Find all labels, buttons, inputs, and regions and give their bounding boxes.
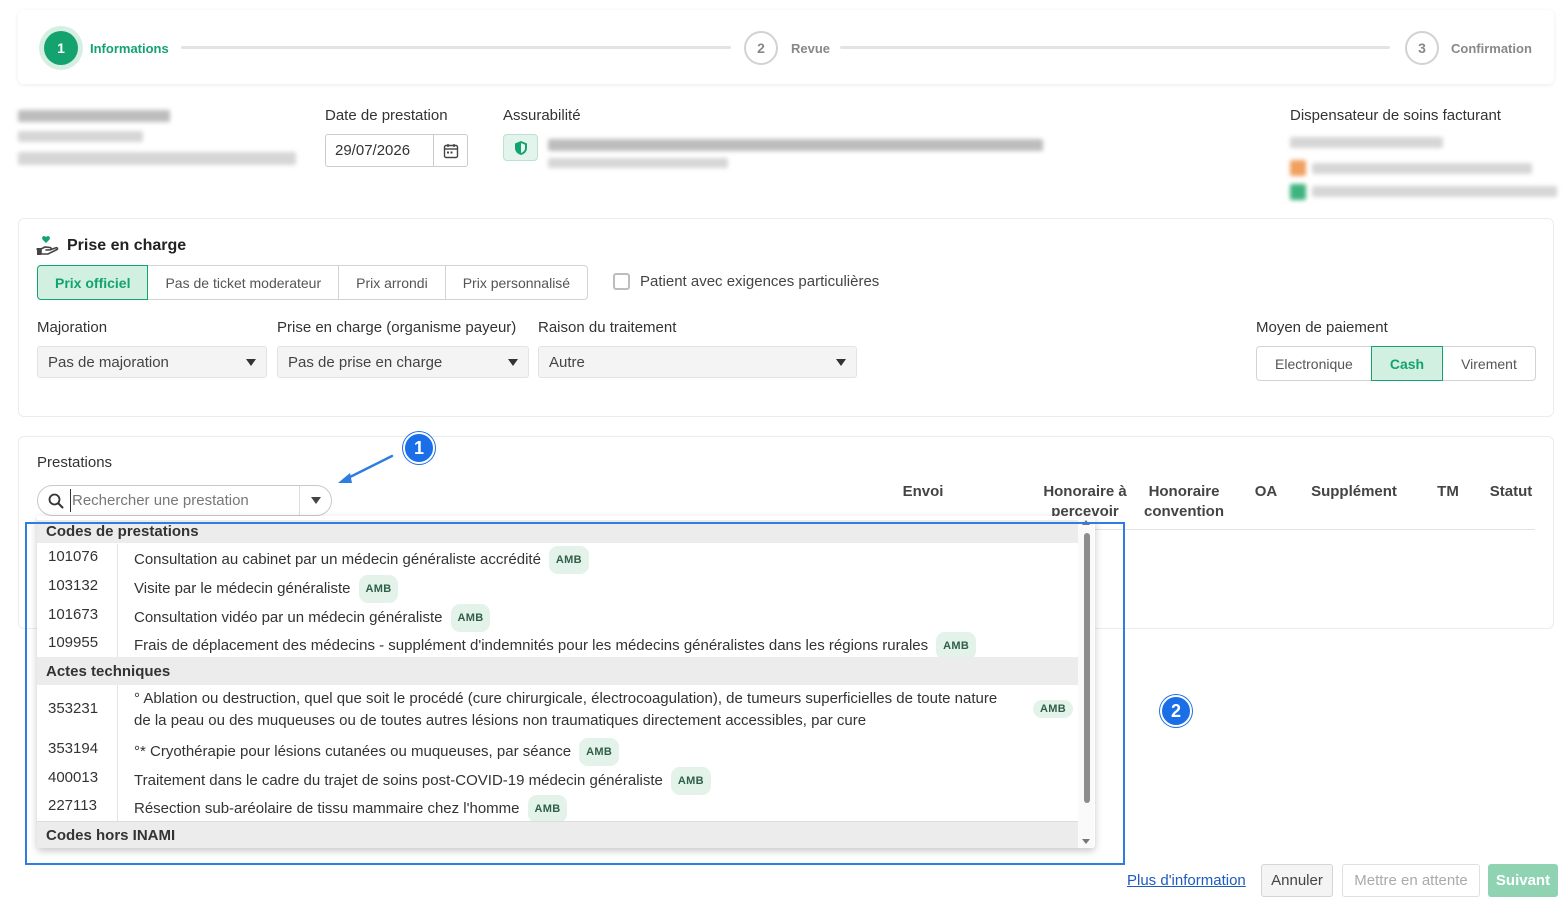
raison-label: Raison du traitement xyxy=(538,319,677,336)
price-rounded-button[interactable]: Prix arrondi xyxy=(338,265,446,300)
price-official-button[interactable]: Prix officiel xyxy=(37,265,149,300)
step-1-label[interactable]: Informations xyxy=(90,41,169,56)
payment-electronic-button[interactable]: Electronique xyxy=(1256,346,1372,381)
caret-down-icon xyxy=(310,497,321,504)
paiement-label: Moyen de paiement xyxy=(1256,319,1388,336)
next-button[interactable]: Suivant xyxy=(1488,864,1558,897)
provider-logo-blurred xyxy=(1290,184,1306,200)
calendar-icon[interactable] xyxy=(433,135,467,166)
provider-info-blurred xyxy=(1290,137,1443,148)
annotation-number-1: 1 xyxy=(403,432,435,464)
majoration-select[interactable]: Pas de majoration xyxy=(37,346,267,378)
payment-segmented: Electronique Cash Virement xyxy=(1256,346,1536,381)
col-envoi: Envoi xyxy=(902,483,944,500)
prise-en-charge-panel xyxy=(18,218,1554,417)
prise-en-charge-title: Prise en charge xyxy=(67,237,187,254)
date-value: 29/07/2026 xyxy=(335,142,411,159)
stepper: 1 Informations 2 Revue 3 Confirmation xyxy=(18,10,1554,84)
payment-transfer-button[interactable]: Virement xyxy=(1442,346,1536,381)
shield-icon xyxy=(503,134,538,161)
price-custom-button[interactable]: Prix personnalisé xyxy=(444,265,589,300)
prestations-title: Prestations xyxy=(37,454,113,471)
provider-info-blurred xyxy=(1312,163,1532,174)
step-3-circle[interactable]: 3 xyxy=(1405,31,1439,65)
annotation-highlight-box xyxy=(25,522,1125,865)
organisme-value: Pas de prise en charge xyxy=(288,354,443,371)
caret-down-icon xyxy=(836,359,846,366)
step-2-circle[interactable]: 2 xyxy=(744,31,778,65)
payment-cash-button[interactable]: Cash xyxy=(1370,346,1444,381)
prestation-search[interactable] xyxy=(37,485,332,516)
dropdown-toggle[interactable] xyxy=(299,486,331,515)
step-connector xyxy=(840,46,1390,49)
caret-down-icon xyxy=(246,359,256,366)
hand-heart-icon xyxy=(36,235,60,257)
patient-name-blurred xyxy=(18,110,170,122)
search-icon xyxy=(48,493,64,513)
raison-select[interactable]: Autre xyxy=(538,346,857,378)
provider-logo-blurred xyxy=(1290,160,1306,176)
insurance-info-blurred xyxy=(548,158,728,168)
col-honoraire-percevoir: Honoraire à percevoir xyxy=(1043,483,1127,518)
price-no-ticket-button[interactable]: Pas de ticket moderateur xyxy=(147,265,340,300)
patient-detail-blurred xyxy=(18,152,296,165)
special-needs-checkbox[interactable] xyxy=(613,273,630,290)
organisme-label: Prise en charge (organisme payeur) xyxy=(277,319,517,336)
col-supplement: Supplément xyxy=(1311,483,1397,500)
special-needs-label: Patient avec exigences particulières xyxy=(640,273,880,290)
more-info-link[interactable]: Plus d'information xyxy=(1127,872,1246,889)
search-input[interactable] xyxy=(70,489,296,512)
assurabilite-label: Assurabilité xyxy=(503,107,581,124)
price-type-segmented: Prix officiel Pas de ticket moderateur P… xyxy=(37,265,589,300)
patient-detail-blurred xyxy=(18,131,143,142)
majoration-value: Pas de majoration xyxy=(48,354,169,371)
col-tm: TM xyxy=(1437,483,1459,500)
col-statut: Statut xyxy=(1489,483,1533,500)
provider-info-blurred xyxy=(1312,186,1557,197)
organisme-select[interactable]: Pas de prise en charge xyxy=(277,346,529,378)
dispensateur-label: Dispensateur de soins facturant xyxy=(1290,107,1501,124)
annotation-arrow-icon xyxy=(338,454,394,483)
raison-value: Autre xyxy=(549,354,585,371)
step-connector xyxy=(181,46,731,49)
step-2-label[interactable]: Revue xyxy=(791,41,830,56)
insurance-info-blurred xyxy=(548,139,1043,151)
majoration-label: Majoration xyxy=(37,319,108,336)
step-3-label[interactable]: Confirmation xyxy=(1451,41,1532,56)
cancel-button[interactable]: Annuler xyxy=(1261,864,1333,897)
date-label: Date de prestation xyxy=(325,107,448,124)
caret-down-icon xyxy=(508,359,518,366)
annotation-number-2: 2 xyxy=(1160,695,1192,727)
date-input[interactable]: 29/07/2026 xyxy=(325,134,468,167)
col-oa: OA xyxy=(1254,483,1278,500)
step-1-circle[interactable]: 1 xyxy=(44,31,78,65)
col-honoraire-convention: Honoraire convention xyxy=(1143,483,1224,520)
hold-button[interactable]: Mettre en attente xyxy=(1342,864,1480,897)
